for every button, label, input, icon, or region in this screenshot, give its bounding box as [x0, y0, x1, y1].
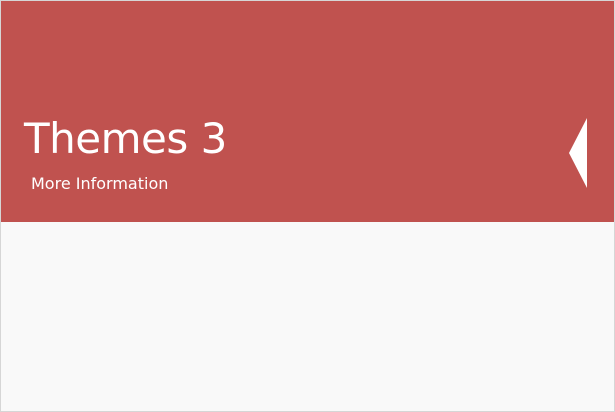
expand-toggle-button[interactable] [561, 113, 595, 193]
tile-content-area [1, 222, 614, 411]
triangle-left-icon [569, 118, 587, 188]
more-information-link[interactable]: More Information [31, 173, 168, 195]
theme-tile: Themes 3 More Information [0, 0, 615, 412]
tile-title: Themes 3 [24, 114, 227, 163]
tile-header: Themes 3 More Information [1, 1, 614, 222]
